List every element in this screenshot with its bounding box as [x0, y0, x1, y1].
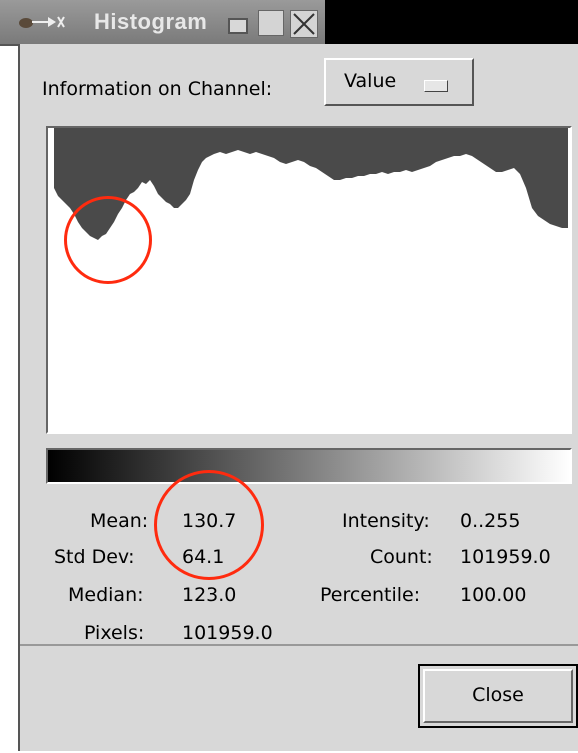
pixels-label: Pixels: — [84, 622, 145, 644]
intensity-gradient-bar[interactable] — [46, 448, 572, 484]
close-button[interactable]: Close — [418, 664, 578, 728]
mean-label: Mean: — [90, 510, 149, 532]
dialog-body: Information on Channel: Value Mean: 130.… — [18, 44, 578, 751]
stddev-label: Std Dev: — [54, 546, 135, 568]
median-label: Median: — [68, 584, 144, 606]
window-title: Histogram — [94, 9, 208, 34]
percentile-label: Percentile: — [320, 584, 421, 606]
annotation-circle-histogram — [64, 196, 152, 284]
button-area: Close — [20, 644, 578, 753]
pixels-value: 101959.0 — [182, 622, 273, 644]
maximize-icon[interactable] — [258, 10, 284, 36]
intensity-value: 0..255 — [460, 510, 521, 532]
close-icon[interactable] — [290, 10, 318, 38]
histogram-window: Histogram Information on Channel: Value … — [0, 0, 578, 751]
channel-label: Information on Channel: — [42, 78, 273, 100]
annotation-circle-stats — [154, 470, 264, 580]
minimize-icon[interactable] — [228, 18, 248, 34]
intensity-label: Intensity: — [342, 510, 430, 532]
percentile-value: 100.00 — [460, 584, 527, 606]
gimp-icon[interactable] — [18, 13, 66, 31]
title-bar-active[interactable]: Histogram — [0, 0, 325, 46]
median-value: 123.0 — [182, 584, 237, 606]
option-menu-indicator-icon — [424, 80, 448, 92]
count-value: 101959.0 — [460, 546, 551, 568]
title-bar[interactable]: Histogram — [0, 0, 578, 46]
close-button-label: Close — [472, 684, 524, 706]
count-label: Count: — [370, 546, 433, 568]
channel-select-value: Value — [344, 70, 397, 92]
channel-select[interactable]: Value — [324, 58, 474, 106]
